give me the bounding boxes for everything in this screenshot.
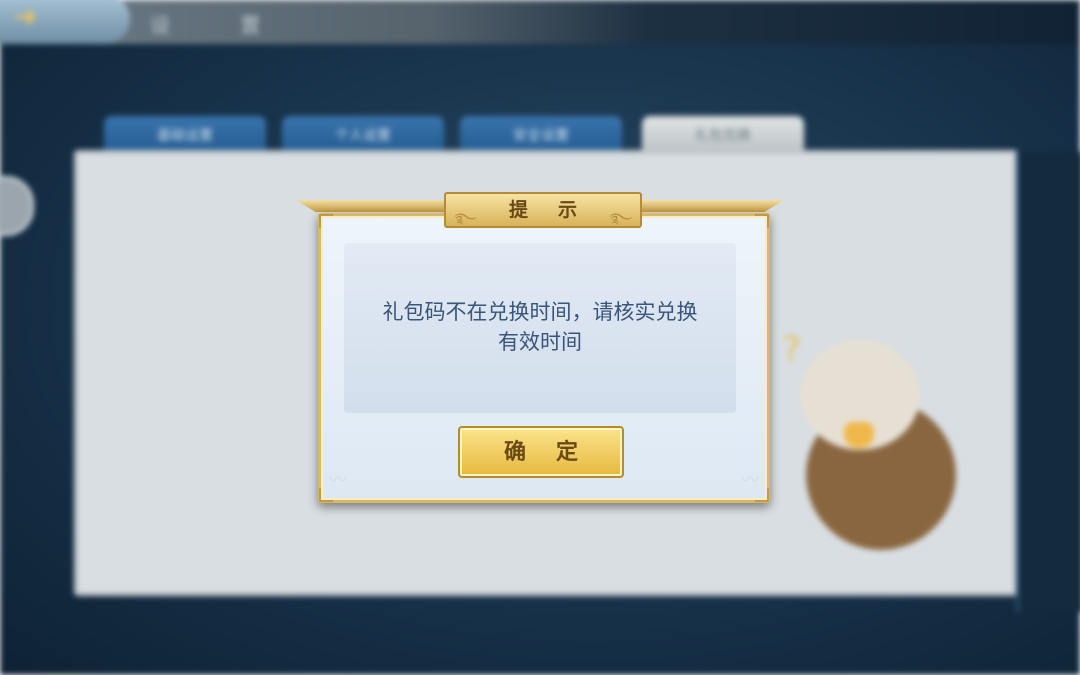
message-box: 礼包码不在兑换时间，请核实兑换 有效时间 [344,243,736,413]
mascot-beak [844,422,874,448]
right-decoration-rail [1016,152,1080,612]
dialog-message-line-1: 礼包码不在兑换时间，请核实兑换 [382,300,698,324]
corner-ornament [755,214,769,228]
dialog-title-plaque: ࿐ 提示 ࿐ [444,192,642,228]
cloud-ornament-icon: 〰 [741,470,759,491]
cloud-ornament-icon: 〰 [329,470,347,491]
side-nav-button[interactable] [0,176,34,236]
back-button[interactable]: ➜ [0,0,130,44]
dialog-message: 礼包码不在兑换时间，请核实兑换 有效时间 [352,297,728,357]
confirm-button[interactable]: 确定 [458,426,624,478]
mascot-illustration: ? [782,330,972,560]
dialog-message-line-2: 有效时间 [498,330,582,354]
top-bar: ➜ 设 置 [0,0,1080,44]
cloud-ornament-icon: ࿐ [609,211,632,227]
confirm-button-label: 确定 [503,439,608,465]
page-title: 设 置 [150,13,293,37]
back-arrow-icon: ➜ [14,0,38,33]
question-mark-icon: ? [782,330,802,371]
corner-ornament [319,214,333,228]
